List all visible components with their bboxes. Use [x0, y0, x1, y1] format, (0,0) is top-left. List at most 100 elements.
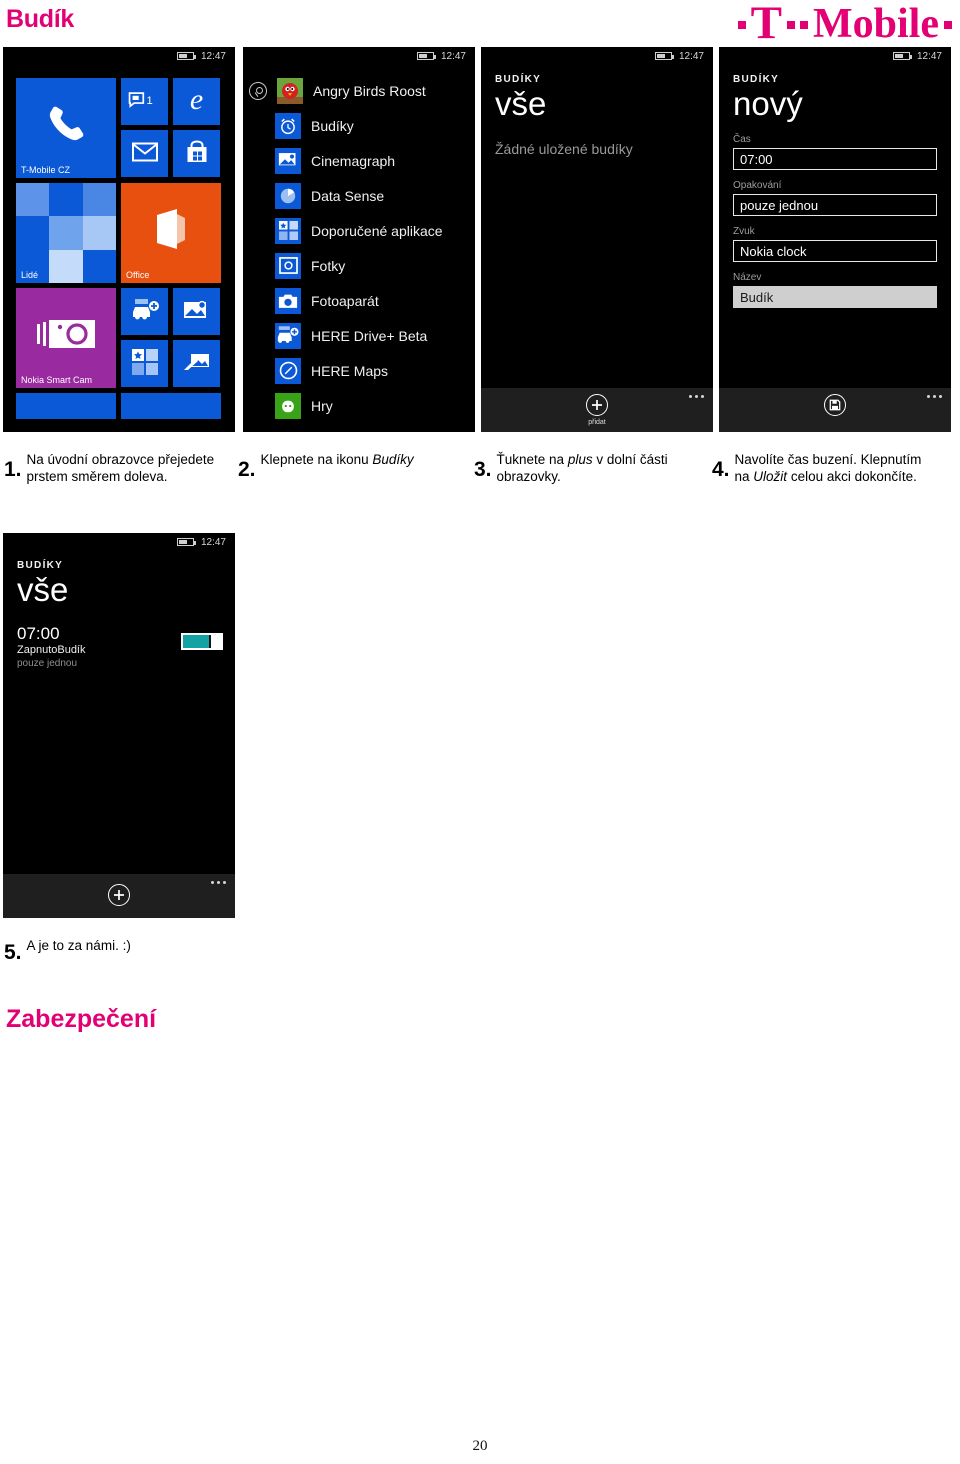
- step-4: 4. Navolíte čas buzení. Klepnutím na Ulo…: [712, 452, 925, 485]
- here-drive-icon: [132, 298, 159, 320]
- app-label: Fotky: [311, 257, 346, 274]
- app-label: Hry: [311, 397, 333, 414]
- name-field[interactable]: Budík: [733, 286, 937, 308]
- screenshot-alarms-saved: 12:47 BUDÍKY vše 07:00 ZapnutoBudík pouz…: [3, 533, 235, 918]
- app-label: Budíky: [311, 117, 354, 134]
- step-text: Ťuknete na plus v dolní části obrazovky.: [496, 452, 668, 484]
- app-label: HERE Maps: [311, 362, 389, 379]
- messaging-icon: 1: [128, 91, 152, 108]
- tile-apps-grid[interactable]: [121, 340, 168, 387]
- add-button-label: přidat: [588, 419, 606, 426]
- alarm-list-item[interactable]: 07:00 ZapnutoBudík pouze jednou: [3, 611, 235, 670]
- tile-phone[interactable]: T-Mobile CZ: [16, 78, 116, 178]
- cinemagraph-icon: [275, 147, 301, 174]
- logo-dot-mid2: [800, 21, 809, 29]
- tile-row-1: T-Mobile CZ 1 e: [16, 78, 222, 178]
- tile-people[interactable]: Lidé: [16, 183, 116, 283]
- internet-explorer-icon: e: [189, 82, 204, 116]
- ellipsis-icon[interactable]: [211, 881, 226, 884]
- tile-row-2: Lidé Office: [16, 183, 222, 283]
- logo-dot-mid1: [787, 21, 796, 29]
- alarm-time: 07:00: [17, 624, 60, 643]
- list-item[interactable]: Fotoaparát: [243, 283, 475, 318]
- list-item[interactable]: Doporučené aplikace: [243, 213, 475, 248]
- step-5: 5. A je to za námi. :): [4, 938, 131, 963]
- toggle-knob: [210, 635, 221, 648]
- ellipsis-icon[interactable]: [927, 395, 942, 398]
- app-label: Fotoaparát: [311, 292, 379, 309]
- page-root: Budík T Mobile 12:47 T-Mobile CZ 1 e Lid…: [0, 0, 960, 1464]
- alarm-clock-icon: [275, 112, 301, 139]
- tile-label-nokia-smart-cam: Nokia Smart Cam: [21, 375, 93, 385]
- status-bar: 12:47: [243, 47, 475, 65]
- logo-word-mobile: Mobile: [813, 1, 939, 47]
- status-bar: 12:47: [481, 47, 713, 65]
- pivot-title: nový: [733, 85, 803, 122]
- screenshot-alarms-empty: 12:47 BUDÍKY vše Žádné uložené budíky př…: [481, 47, 713, 432]
- pivot-title: vše: [17, 571, 69, 608]
- alarm-toggle[interactable]: [181, 633, 223, 650]
- plus-icon[interactable]: [108, 884, 130, 906]
- battery-icon: [654, 52, 674, 60]
- field-label-time: Čas: [733, 134, 751, 145]
- tile-partial-right[interactable]: [121, 393, 221, 419]
- app-header: BUDÍKY vše: [481, 65, 713, 125]
- list-item[interactable]: HERE Maps: [243, 353, 475, 388]
- status-time: 12:47: [678, 50, 704, 62]
- list-item[interactable]: HERE Drive+ Beta: [243, 318, 475, 353]
- field-label-repeat: Opakování: [733, 180, 782, 191]
- step-2: 2. Klepnete na ikonu Budíky: [238, 452, 414, 480]
- plus-icon[interactable]: [586, 394, 608, 416]
- status-bar: 12:47: [3, 47, 235, 65]
- repeat-field[interactable]: pouze jednou: [733, 194, 937, 216]
- here-drive-icon: [275, 322, 301, 349]
- tile-subrow-1: 1 e: [121, 78, 220, 125]
- step-text: A je to za námi. :): [26, 938, 131, 953]
- status-time: 12:47: [916, 50, 942, 62]
- app-label: Angry Birds Roost: [313, 82, 426, 99]
- photos-icon: [275, 252, 301, 279]
- office-icon: [157, 209, 185, 249]
- tile-label-phone: T-Mobile CZ: [21, 165, 71, 175]
- tile-label-people: Lidé: [21, 270, 39, 280]
- camera-icon: [37, 320, 95, 348]
- app-label: Doporučené aplikace: [311, 222, 443, 239]
- step-text: Navolíte čas buzení. Klepnutím na Uložit…: [734, 452, 922, 484]
- share-photo-icon: [183, 353, 209, 370]
- time-field[interactable]: 07:00: [733, 148, 937, 170]
- alarm-form: Čas 07:00 Opakování pouze jednou Zvuk No…: [719, 125, 951, 308]
- section-heading: Zabezpečení: [6, 1005, 157, 1033]
- alarm-info: 07:00 ZapnutoBudík pouze jednou: [17, 624, 86, 670]
- tile-here-drive[interactable]: [121, 288, 168, 335]
- app-header: BUDÍKY nový: [719, 65, 951, 125]
- list-item[interactable]: Hry: [243, 388, 475, 423]
- tile-mail[interactable]: [121, 130, 168, 177]
- tile-nokia-smart-cam[interactable]: Nokia Smart Cam: [16, 288, 116, 388]
- step-number: 2.: [238, 458, 256, 481]
- save-icon[interactable]: [824, 394, 846, 416]
- list-item[interactable]: Angry Birds Roost: [243, 73, 475, 108]
- tile-photo-edit[interactable]: [173, 288, 220, 335]
- tile-internet-explorer[interactable]: e: [173, 78, 220, 125]
- here-maps-icon: [275, 357, 301, 384]
- ellipsis-icon[interactable]: [689, 395, 704, 398]
- pivot-title: vše: [495, 85, 547, 122]
- field-label-sound: Zvuk: [733, 226, 755, 237]
- list-item[interactable]: Budíky: [243, 108, 475, 143]
- apps-grid-icon: [131, 348, 158, 375]
- status-time: 12:47: [200, 50, 226, 62]
- tile-store[interactable]: [173, 130, 220, 177]
- tile-grid: T-Mobile CZ 1 e Lidé Office Nokia Smart …: [3, 65, 235, 419]
- battery-icon: [416, 52, 436, 60]
- tile-partial-left[interactable]: [16, 393, 116, 419]
- alarm-repeat: pouze jednou: [17, 658, 78, 669]
- sound-field[interactable]: Nokia clock: [733, 240, 937, 262]
- list-item[interactable]: Cinemagraph: [243, 143, 475, 178]
- tile-messaging[interactable]: 1: [121, 78, 168, 125]
- tile-share-photo[interactable]: [173, 340, 220, 387]
- list-item[interactable]: Fotky: [243, 248, 475, 283]
- tile-office[interactable]: Office: [121, 183, 221, 283]
- list-item[interactable]: Data Sense: [243, 178, 475, 213]
- logo-dot-right: [944, 21, 952, 29]
- search-icon[interactable]: [249, 81, 267, 100]
